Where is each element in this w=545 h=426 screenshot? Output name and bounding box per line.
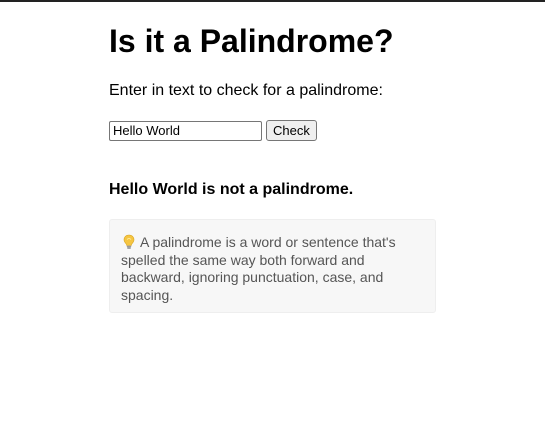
top-border (0, 0, 545, 2)
text-input[interactable] (109, 120, 262, 141)
instruction-text: Enter in text to check for a palindrome: (109, 82, 383, 99)
lightbulb-icon (121, 234, 137, 250)
info-box: A palindrome is a word or sentence that'… (109, 219, 436, 313)
check-form: Check (109, 120, 317, 141)
info-text: A palindrome is a word or sentence that'… (121, 234, 396, 303)
result-message: Hello World is not a palindrome. (109, 181, 354, 198)
check-button[interactable]: Check (266, 120, 317, 141)
page-title: Is it a Palindrome? (109, 23, 394, 59)
